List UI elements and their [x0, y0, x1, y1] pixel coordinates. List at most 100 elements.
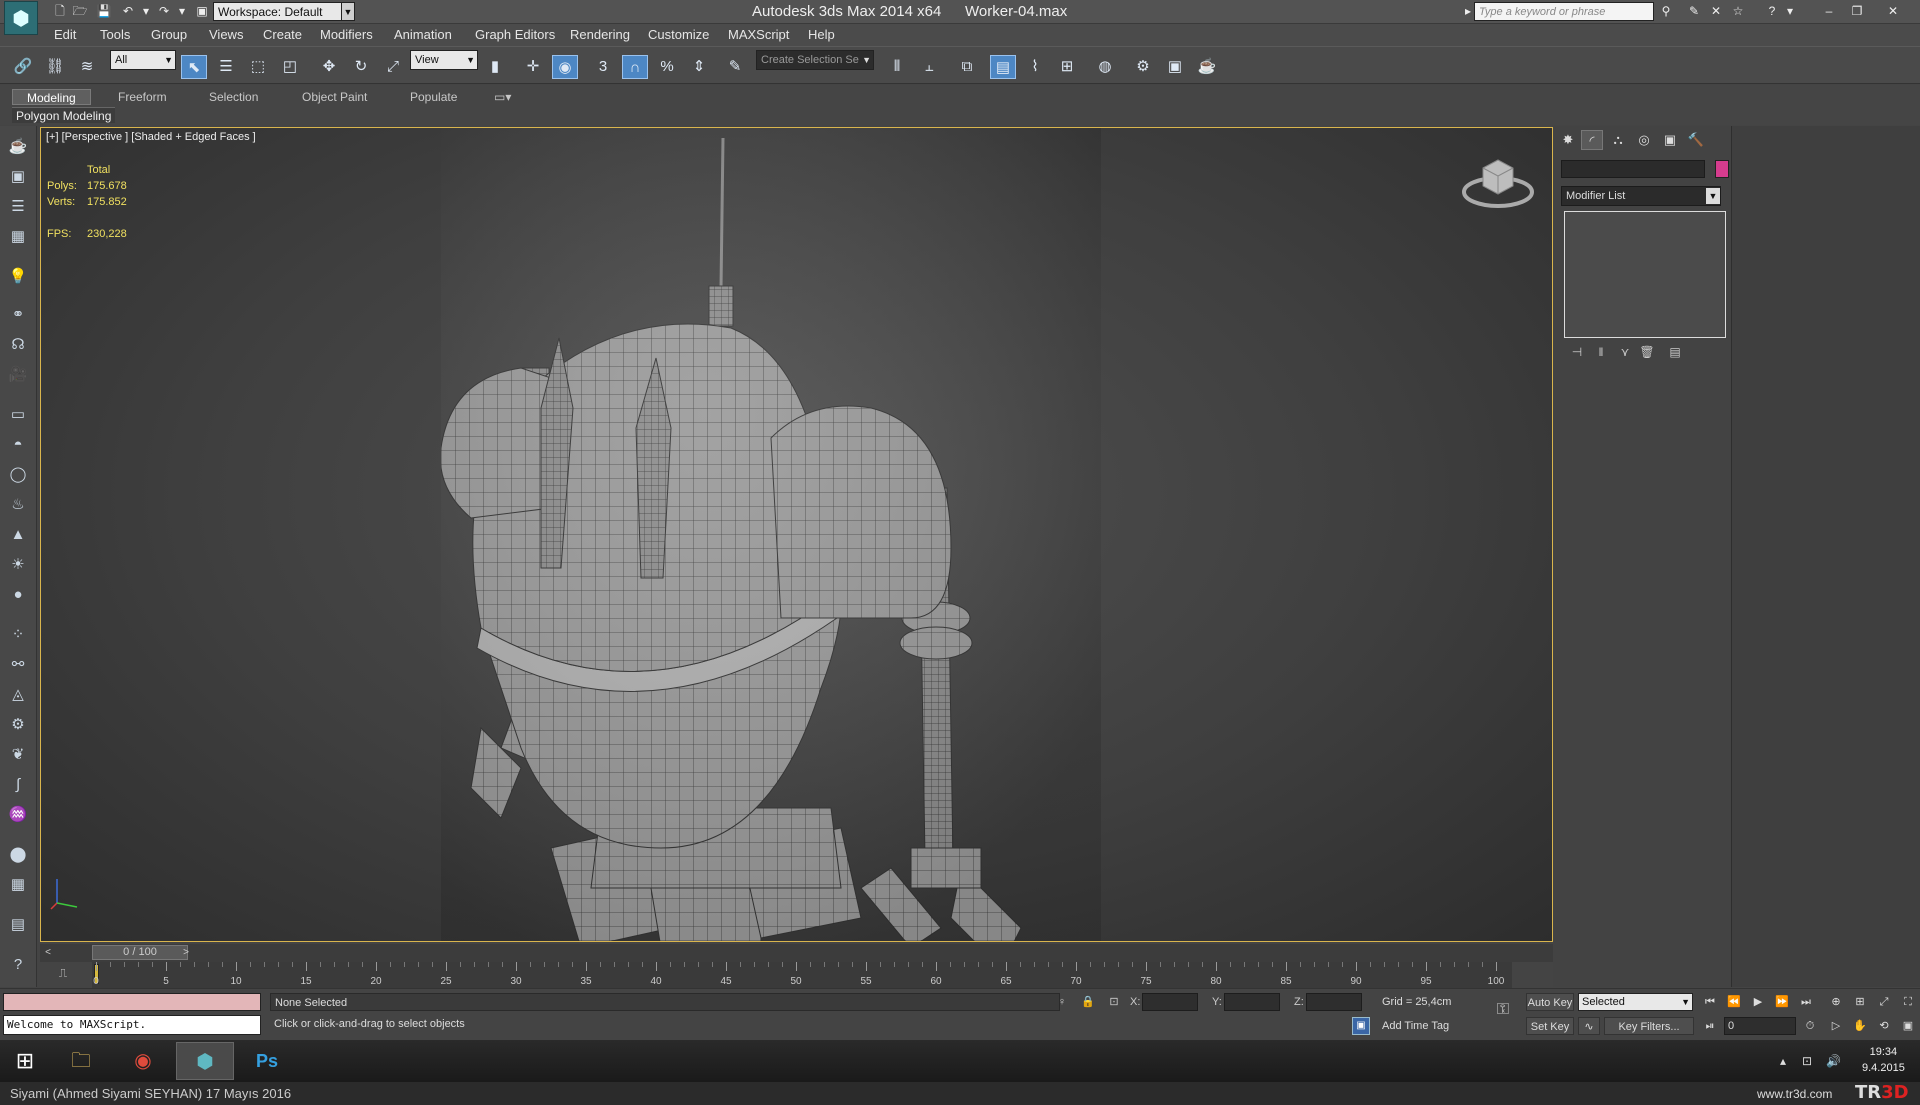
workspace-dropdown[interactable]: Workspace: Default	[213, 2, 353, 21]
modifier-stack[interactable]	[1564, 211, 1726, 338]
layer-manager-icon[interactable]: ⧉	[954, 55, 980, 79]
time-configuration-icon[interactable]: ⏱	[1800, 1017, 1820, 1035]
zoom-extents-all-icon[interactable]: ⛶	[1898, 993, 1918, 1011]
help-icon[interactable]: ?	[1764, 3, 1780, 19]
set-key-button[interactable]: Set Key	[1526, 1017, 1574, 1035]
save-file-icon[interactable]: 💾	[96, 3, 112, 19]
viewcube-icon[interactable]	[1461, 156, 1535, 210]
schematic-view-icon[interactable]: ⊞	[1054, 55, 1080, 79]
help-dropdown-icon[interactable]: ▾	[1782, 3, 1798, 19]
time-slider[interactable]: < 0 / 100 >	[40, 944, 1553, 962]
time-slider-thumb[interactable]: 0 / 100	[92, 945, 188, 960]
ribbon-panel-polygon-modeling[interactable]: Polygon Modeling	[12, 107, 116, 123]
windows-start-icon[interactable]: ⊞	[8, 1046, 42, 1076]
hierarchy-tab-icon[interactable]: ⛬	[1607, 130, 1629, 150]
curve-editor-icon[interactable]: ⌇	[1022, 55, 1048, 79]
menu-rendering[interactable]: Rendering	[570, 27, 630, 42]
menu-views[interactable]: Views	[209, 27, 243, 42]
camera-icon[interactable]: 🎥	[6, 364, 30, 386]
previous-frame-icon[interactable]: ⏪	[1724, 993, 1744, 1011]
hair-icon[interactable]: ∫	[6, 774, 30, 796]
field-of-view-icon[interactable]: ▷	[1826, 1017, 1846, 1035]
shading-sphere-icon[interactable]: ⬤	[6, 844, 30, 866]
sphere-icon[interactable]: ◯	[6, 464, 30, 486]
motion-tab-icon[interactable]: ◎	[1633, 130, 1655, 150]
dynamics-icon[interactable]: ⚯	[6, 654, 30, 676]
mesh-icon[interactable]: ◬	[6, 684, 30, 706]
3ds-max-taskbar-icon[interactable]: ⬢	[176, 1042, 234, 1080]
menu-animation[interactable]: Animation	[394, 27, 452, 42]
help-circle-icon[interactable]: ?	[6, 954, 30, 976]
chrome-icon[interactable]: ◉	[114, 1042, 172, 1080]
select-and-move-icon[interactable]: ✥	[316, 55, 342, 79]
workspace-dropdown-arrow-icon[interactable]: ▼	[341, 2, 355, 21]
menu-create[interactable]: Create	[263, 27, 302, 42]
menu-help[interactable]: Help	[808, 27, 835, 42]
teapot-primitive-icon[interactable]: ♨	[6, 494, 30, 516]
scene-explorer-icon[interactable]: ☰	[6, 196, 30, 218]
select-object-icon[interactable]: ⬉	[181, 55, 207, 79]
orbit-icon[interactable]: ⟲	[1874, 1017, 1894, 1035]
unlink-selection-icon[interactable]: ⛓	[42, 55, 68, 79]
x-coordinate-field[interactable]	[1142, 993, 1198, 1011]
y-coordinate-field[interactable]	[1224, 993, 1280, 1011]
material-sphere-icon[interactable]: ●	[6, 584, 30, 606]
select-and-scale-icon[interactable]: ⤢	[380, 55, 406, 79]
play-icon[interactable]: ▶	[1748, 993, 1768, 1011]
undo-dropdown-icon[interactable]: ▾	[138, 3, 154, 19]
layers-icon[interactable]: ▤	[6, 914, 30, 936]
current-frame-field[interactable]: 0	[1724, 1017, 1796, 1035]
teapot-icon[interactable]: ☕	[6, 136, 30, 158]
maxscript-listener-output[interactable]: Welcome to MAXScript.	[3, 1015, 261, 1035]
isolate-selection-icon[interactable]: ♀	[1054, 994, 1070, 1010]
reference-coordinate-dropdown[interactable]: View ▼	[410, 50, 478, 70]
time-tag-icon[interactable]: ▣	[1352, 1017, 1370, 1035]
network-icon[interactable]: ⊡	[1802, 1054, 1812, 1068]
pan-view-icon[interactable]: ✋	[1850, 1017, 1870, 1035]
tab-populate[interactable]: Populate	[396, 89, 471, 105]
redo-dropdown-icon[interactable]: ▾	[174, 3, 190, 19]
menu-graph-editors[interactable]: Graph Editors	[475, 27, 555, 42]
next-frame-icon[interactable]: ⏩	[1772, 993, 1792, 1011]
next-frame-arrow-icon[interactable]: >	[180, 944, 192, 962]
pin-stack-icon[interactable]: ⊣	[1567, 344, 1587, 360]
menu-customize[interactable]: Customize	[648, 27, 709, 42]
key-mode-curve-icon[interactable]: ∿	[1578, 1017, 1600, 1035]
render-frame-icon[interactable]: ▣	[6, 166, 30, 188]
percent-snap-icon[interactable]: %	[654, 55, 680, 79]
add-time-tag[interactable]: Add Time Tag	[1382, 1020, 1449, 1032]
redo-icon[interactable]: ↷	[156, 3, 172, 19]
material-editor-icon[interactable]: ◍	[1092, 55, 1118, 79]
particles-icon[interactable]: ⁘	[6, 624, 30, 646]
absolute-mode-icon[interactable]: ⊡	[1106, 994, 1122, 1010]
select-and-link-icon[interactable]: 🔗	[10, 55, 36, 79]
menu-edit[interactable]: Edit	[54, 27, 76, 42]
named-selection-sets-dropdown[interactable]: Create Selection Se ▼	[756, 50, 874, 70]
sun-icon[interactable]: ☀	[6, 554, 30, 576]
graphite-toolbar-icon[interactable]: ▤	[990, 55, 1016, 79]
utilities-tab-icon[interactable]: 🔨	[1685, 130, 1707, 150]
binoculars-icon[interactable]: ⚲	[1658, 3, 1674, 19]
align-icon[interactable]: ⫠	[916, 55, 942, 79]
rendered-frame-window-icon[interactable]: ▣	[1162, 55, 1188, 79]
object-name-input[interactable]	[1561, 160, 1705, 178]
subscription-icon[interactable]: ✎	[1686, 3, 1702, 19]
modify-tab-icon[interactable]: ◜	[1581, 130, 1603, 150]
rectangular-selection-icon[interactable]: ⬚	[245, 55, 271, 79]
menu-group[interactable]: Group	[151, 27, 187, 42]
tab-object-paint[interactable]: Object Paint	[288, 89, 381, 105]
auto-key-button[interactable]: Auto Key	[1526, 993, 1574, 1011]
set-key-icon[interactable]: ⚿	[1488, 1001, 1518, 1021]
close-icon[interactable]: ✕	[1880, 2, 1906, 20]
maxscript-mini-listener-input[interactable]	[3, 993, 261, 1011]
viewport-label[interactable]: [+] [Perspective ] [Shaded + Edged Faces…	[46, 131, 256, 143]
tray-expand-icon[interactable]: ▴	[1780, 1054, 1786, 1068]
calculator-icon[interactable]: ▦	[6, 874, 30, 896]
z-coordinate-field[interactable]	[1306, 993, 1362, 1011]
remove-modifier-icon[interactable]: 🗑	[1637, 344, 1657, 360]
zoom-extents-icon[interactable]: ⤢	[1874, 993, 1894, 1011]
spinner-snap-icon[interactable]: ⇕	[686, 55, 712, 79]
previous-frame-arrow-icon[interactable]: <	[42, 944, 54, 962]
bone-icon[interactable]: ⚭	[6, 304, 30, 326]
application-button[interactable]: ⬢	[4, 1, 38, 35]
